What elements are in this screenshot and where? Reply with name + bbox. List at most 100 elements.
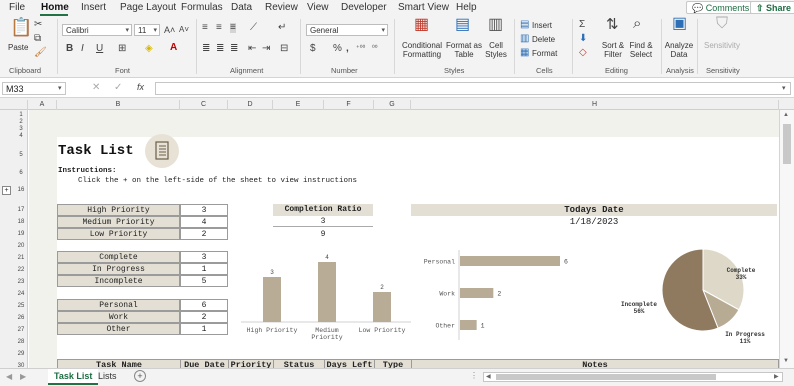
column-task-name[interactable]: Task Name: [58, 360, 181, 368]
row-header[interactable]: 3: [14, 126, 28, 132]
font-name-select[interactable]: Calibri ▾: [62, 24, 132, 36]
scroll-right-icon[interactable]: ▶: [774, 373, 779, 380]
status-pie-chart[interactable]: Complete33% In Progress11% Incomplete56%: [591, 244, 771, 354]
format-painter-icon[interactable]: 🖌: [34, 48, 47, 58]
row-header[interactable]: 4: [14, 133, 28, 139]
vertical-scrollbar[interactable]: ▲ ▼: [779, 110, 794, 368]
row-header[interactable]: 6: [14, 170, 28, 176]
expand-formula-bar-icon[interactable]: ▾: [782, 84, 786, 92]
decrease-decimal-icon[interactable]: ⁰⁰: [372, 44, 378, 54]
increase-indent-icon[interactable]: ⇥: [262, 44, 270, 54]
row-header[interactable]: 25: [14, 303, 28, 309]
align-left-icon[interactable]: ≣: [202, 44, 210, 54]
menu-file[interactable]: File: [9, 2, 25, 13]
row-header[interactable]: 24: [14, 291, 28, 297]
menu-view[interactable]: View: [307, 2, 329, 13]
font-size-select[interactable]: 11 ▾: [134, 24, 160, 36]
menu-review[interactable]: Review: [265, 2, 298, 13]
chevron-down-icon[interactable]: ▾: [58, 84, 62, 92]
row-header[interactable]: 1: [14, 112, 28, 118]
column-header-f[interactable]: F: [324, 100, 374, 110]
row-header[interactable]: 28: [14, 339, 28, 345]
menu-data[interactable]: Data: [231, 2, 252, 13]
sheet-tab-lists[interactable]: Lists: [92, 369, 123, 385]
row-header[interactable]: 5: [14, 152, 28, 158]
priority-bar-chart[interactable]: 3 High Priority 4 MediumPriority 2 Low Priori…: [241, 250, 411, 350]
column-header-b[interactable]: B: [57, 100, 180, 110]
row-header[interactable]: 2: [14, 119, 28, 125]
menu-insert[interactable]: Insert: [81, 2, 106, 13]
orientation-icon[interactable]: ⟋: [250, 23, 257, 33]
conditional-formatting-button[interactable]: Conditional Formatting: [399, 41, 445, 59]
column-days-left[interactable]: Days Left: [325, 360, 375, 368]
row-header[interactable]: 16: [14, 187, 28, 193]
align-bottom-icon[interactable]: ≡: [230, 23, 236, 33]
cancel-icon[interactable]: ✕: [92, 82, 100, 93]
percent-icon[interactable]: %: [333, 44, 342, 54]
column-header-c[interactable]: C: [180, 100, 228, 110]
column-type[interactable]: Type: [375, 360, 412, 368]
sort-filter-button[interactable]: Sort & Filter: [600, 41, 626, 59]
name-box[interactable]: M33: [2, 82, 66, 95]
comments-button[interactable]: 💬 Comments: [686, 1, 756, 14]
scroll-thumb[interactable]: [496, 374, 716, 380]
enter-icon[interactable]: ✓: [114, 82, 122, 93]
analyze-data-icon[interactable]: ▣: [672, 16, 687, 32]
format-cells-button[interactable]: Format: [532, 49, 557, 58]
more-options-icon[interactable]: ⋮: [470, 371, 478, 380]
comma-style-icon[interactable]: ,: [346, 44, 349, 54]
prev-sheet-icon[interactable]: ◀: [6, 372, 12, 381]
align-top-icon[interactable]: ≡: [202, 23, 208, 33]
column-status[interactable]: Status: [274, 360, 325, 368]
insert-cells-button[interactable]: Insert: [532, 21, 552, 30]
delete-cells-icon[interactable]: ▥: [520, 34, 529, 44]
paste-button[interactable]: Paste: [8, 43, 28, 52]
add-sheet-icon[interactable]: +: [134, 370, 146, 382]
merge-center-icon[interactable]: ⊟: [280, 44, 288, 54]
column-header-e[interactable]: E: [273, 100, 324, 110]
sheet-tab-task-list[interactable]: Task List: [48, 369, 99, 385]
worksheet[interactable]: Task List Instructions: Click the + on t…: [29, 110, 779, 368]
underline-button[interactable]: U: [96, 44, 103, 54]
find-select-icon[interactable]: ⌕: [633, 16, 641, 31]
borders-icon[interactable]: ⊞: [118, 44, 126, 54]
menu-smart-view[interactable]: Smart View: [398, 2, 449, 13]
analyze-data-button[interactable]: Analyze Data: [664, 41, 694, 59]
scroll-thumb[interactable]: [783, 124, 791, 164]
font-color-icon[interactable]: A: [170, 43, 177, 53]
column-priority[interactable]: Priority: [229, 360, 274, 368]
cut-icon[interactable]: ✂: [34, 20, 42, 30]
cell-styles-button[interactable]: Cell Styles: [482, 41, 510, 59]
next-sheet-icon[interactable]: ▶: [20, 372, 26, 381]
format-cells-icon[interactable]: ▦: [520, 48, 529, 58]
format-as-table-button[interactable]: Format as Table: [446, 41, 482, 59]
column-header-a[interactable]: A: [28, 100, 57, 110]
row-header[interactable]: 19: [14, 231, 28, 237]
expand-outline-button[interactable]: +: [2, 186, 11, 195]
delete-cells-button[interactable]: Delete: [532, 35, 555, 44]
autosum-icon[interactable]: Σ: [579, 20, 585, 30]
row-header[interactable]: 26: [14, 315, 28, 321]
column-header-g[interactable]: G: [374, 100, 411, 110]
scroll-down-icon[interactable]: ▼: [783, 358, 789, 364]
row-header[interactable]: 27: [14, 327, 28, 333]
menu-formulas[interactable]: Formulas: [181, 2, 223, 13]
menu-developer[interactable]: Developer: [341, 2, 387, 13]
paste-icon[interactable]: 📋: [10, 18, 32, 36]
insert-function-button[interactable]: fx: [137, 82, 144, 92]
menu-home[interactable]: Home: [41, 2, 69, 13]
align-right-icon[interactable]: ≣: [230, 44, 238, 54]
formula-input[interactable]: [155, 82, 791, 95]
column-header-d[interactable]: D: [228, 100, 273, 110]
share-button[interactable]: ⇧ Share: [750, 1, 794, 14]
format-as-table-icon[interactable]: ▤: [455, 17, 470, 33]
wrap-text-icon[interactable]: ↵: [278, 23, 286, 33]
currency-icon[interactable]: $: [310, 44, 316, 54]
horizontal-scrollbar[interactable]: ◀ ▶: [483, 372, 783, 382]
fill-color-icon[interactable]: ◈: [145, 44, 153, 54]
increase-font-icon[interactable]: A˄: [164, 25, 175, 35]
select-all-corner[interactable]: [0, 100, 28, 110]
insert-cells-icon[interactable]: ▤: [520, 20, 529, 30]
fill-icon[interactable]: ⬇: [579, 34, 587, 44]
column-header-h[interactable]: H: [411, 100, 779, 110]
